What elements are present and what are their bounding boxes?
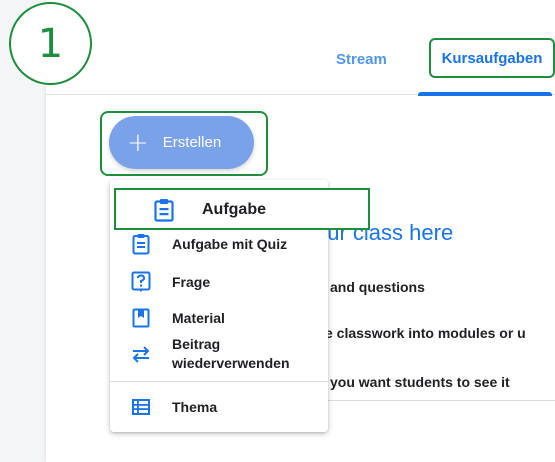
tab-kursaufgaben-label: Kursaufgaben: [441, 49, 543, 67]
question-icon: [130, 271, 152, 293]
menu-item-label: Frage: [172, 273, 211, 290]
create-button[interactable]: + Erstellen: [109, 116, 254, 169]
plus-icon: +: [127, 127, 149, 158]
menu-item-material[interactable]: Material: [110, 304, 328, 332]
background-text-line: ze classwork into modules or u: [318, 325, 526, 341]
step-number-badge: 1: [9, 2, 92, 85]
quiz-assignment-icon: [130, 233, 152, 255]
material-icon: [130, 307, 152, 329]
menu-item-label: Aufgabe mit Quiz: [172, 235, 288, 252]
menu-item-label: Aufgabe: [202, 201, 266, 218]
menu-item-label: Beitrag wiederverwenden: [172, 336, 290, 371]
tab-kursaufgaben[interactable]: Kursaufgaben: [429, 38, 555, 78]
topic-icon: [130, 396, 152, 418]
background-text-line: and questions: [330, 279, 425, 295]
menu-item-beitrag-wiederverwenden[interactable]: Beitrag wiederverwenden: [110, 333, 328, 375]
active-tab-indicator: [418, 92, 552, 96]
tab-stream[interactable]: Stream: [336, 51, 387, 68]
background-text-line: you want students to see it: [330, 374, 510, 390]
tab-bar: Stream Kursaufgaben: [46, 0, 555, 96]
menu-item-label: Thema: [172, 398, 218, 415]
divider: [318, 400, 555, 401]
reuse-post-icon: [130, 343, 152, 365]
assignment-icon: [152, 198, 176, 222]
menu-item-aufgabe-mit-quiz[interactable]: Aufgabe mit Quiz: [110, 230, 328, 258]
menu-item-thema[interactable]: Thema: [110, 393, 328, 421]
menu-divider: [110, 381, 328, 382]
menu-item-aufgabe[interactable]: Aufgabe: [114, 188, 370, 230]
menu-item-label: Material: [172, 309, 225, 326]
create-button-label: Erstellen: [162, 134, 222, 151]
menu-item-frage[interactable]: Frage: [110, 268, 328, 296]
